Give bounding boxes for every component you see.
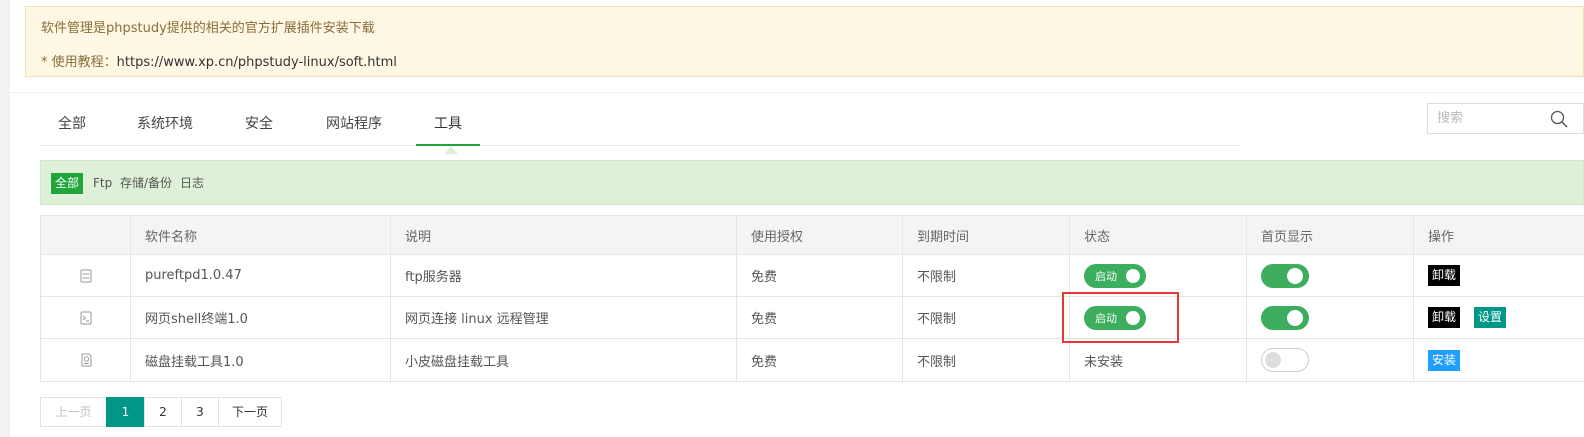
software-description: ftp服务器: [391, 255, 737, 296]
web-shell-icon: [80, 311, 91, 324]
service-toggle-label: 启动: [1095, 269, 1117, 283]
subcategory-filter-bar: 全部 Ftp 存储/备份 日志: [40, 160, 1584, 205]
header-license: 使用授权: [737, 216, 903, 254]
status-cell: 启动: [1070, 255, 1247, 296]
row-icon-cell: [41, 297, 131, 338]
software-description: 小皮磁盘挂载工具: [391, 339, 737, 381]
header-expire: 到期时间: [903, 216, 1070, 254]
tab-security[interactable]: 安全: [236, 104, 282, 146]
actions-cell: 卸载 设置: [1414, 297, 1584, 338]
page-2-button[interactable]: 2: [144, 397, 182, 427]
ftp-server-icon: [80, 269, 91, 282]
home-display-cell: [1247, 255, 1414, 296]
header-status: 状态: [1070, 216, 1247, 254]
actions-cell: 安装: [1414, 339, 1584, 381]
next-page-button[interactable]: 下一页: [218, 397, 282, 427]
tab-all[interactable]: 全部: [42, 104, 102, 146]
uninstall-button[interactable]: 卸载: [1428, 265, 1461, 286]
category-tabs: 全部 系统环境 安全 网站程序 工具: [40, 104, 1240, 146]
not-installed-status: 未安装: [1084, 354, 1124, 370]
home-display-cell: [1247, 339, 1414, 381]
filter-ftp[interactable]: Ftp: [89, 173, 116, 194]
install-button[interactable]: 安装: [1428, 349, 1461, 371]
table-row: pureftpd1.0.47 ftp服务器 免费 不限制 启动 卸载: [41, 255, 1584, 297]
toggle-knob: [1265, 352, 1281, 368]
software-expire: 不限制: [903, 255, 1070, 296]
service-toggle-label: 启动: [1095, 311, 1117, 325]
row-icon-cell: [41, 339, 131, 381]
disk-mount-icon: [81, 353, 91, 367]
header-name: 软件名称: [131, 216, 391, 254]
header-icon: [41, 216, 131, 254]
notice-tutorial: * 使用教程：https://www.xp.cn/phpstudy-linux/…: [41, 51, 397, 70]
toggle-knob: [1287, 309, 1303, 326]
uninstall-button[interactable]: 卸载: [1428, 307, 1461, 328]
tab-web-programs[interactable]: 网站程序: [317, 104, 391, 146]
software-name: pureftpd1.0.47: [131, 255, 391, 296]
home-display-toggle[interactable]: [1261, 263, 1309, 288]
table-row: 磁盘挂载工具1.0 小皮磁盘挂载工具 免费 不限制 未安装 安装: [41, 339, 1584, 381]
header-home-display: 首页显示: [1247, 216, 1414, 254]
settings-button[interactable]: 设置: [1474, 307, 1507, 328]
filter-log[interactable]: 日志: [176, 173, 208, 194]
divider: [10, 92, 1584, 93]
software-expire: 不限制: [903, 297, 1070, 338]
toggle-knob: [1126, 310, 1140, 325]
active-tab-arrow: [444, 146, 458, 154]
software-table: 软件名称 说明 使用授权 到期时间 状态 首页显示 操作 pureftpd1.0…: [40, 215, 1584, 382]
tab-tools[interactable]: 工具: [416, 104, 480, 146]
tab-system-env[interactable]: 系统环境: [128, 104, 202, 146]
service-toggle[interactable]: 启动: [1084, 305, 1146, 330]
page-1-button[interactable]: 1: [106, 397, 145, 427]
actions-cell: 卸载: [1414, 255, 1584, 296]
notice-box: 软件管理是phpstudy提供的相关的官方扩展插件安装下载 * 使用教程：htt…: [25, 6, 1584, 77]
row-icon-cell: [41, 255, 131, 296]
software-name: 网页shell终端1.0: [131, 297, 391, 338]
home-display-toggle[interactable]: [1261, 348, 1309, 372]
prev-page-button[interactable]: 上一页: [40, 397, 107, 427]
service-toggle[interactable]: 启动: [1084, 263, 1146, 288]
header-actions: 操作: [1428, 229, 1455, 245]
software-license: 免费: [737, 297, 903, 338]
software-license: 免费: [737, 339, 903, 381]
notice-tutorial-prefix: * 使用教程：: [41, 55, 117, 70]
pagination: 上一页 1 2 3 下一页: [40, 397, 282, 427]
toggle-knob: [1287, 267, 1303, 284]
search-input[interactable]: [1428, 104, 1538, 133]
table-header: 软件名称 说明 使用授权 到期时间 状态 首页显示 操作: [41, 216, 1584, 255]
status-cell: 启动: [1070, 297, 1247, 338]
software-license: 免费: [737, 255, 903, 296]
home-display-cell: [1247, 297, 1414, 338]
search-box: [1427, 103, 1584, 134]
filter-all[interactable]: 全部: [51, 173, 84, 194]
software-name: 磁盘挂载工具1.0: [131, 339, 391, 381]
header-description: 说明: [391, 216, 737, 254]
software-description: 网页连接 linux 远程管理: [391, 297, 737, 338]
notice-text: 软件管理是phpstudy提供的相关的官方扩展插件安装下载: [41, 21, 375, 36]
filter-storage-backup[interactable]: 存储/备份: [116, 173, 176, 194]
software-expire: 不限制: [903, 339, 1070, 381]
status-cell: 未安装: [1070, 339, 1247, 381]
tutorial-link[interactable]: https://www.xp.cn/phpstudy-linux/soft.ht…: [117, 55, 397, 70]
search-icon[interactable]: [1550, 110, 1568, 128]
table-row: 网页shell终端1.0 网页连接 linux 远程管理 免费 不限制 启动 卸…: [41, 297, 1584, 339]
home-display-toggle[interactable]: [1261, 305, 1309, 330]
toggle-knob: [1126, 268, 1140, 283]
page-3-button[interactable]: 3: [181, 397, 219, 427]
